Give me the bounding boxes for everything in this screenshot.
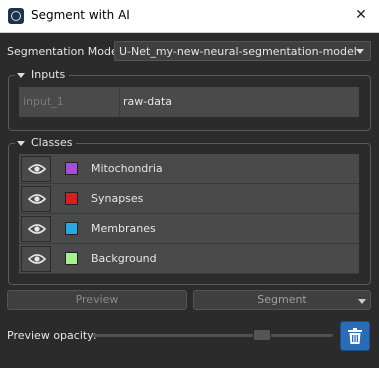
- input-row: input_1 raw-data: [19, 87, 359, 117]
- window-titlebar: Segment with AI ✕: [0, 0, 379, 33]
- slider-handle[interactable]: [253, 329, 271, 341]
- class-color-swatch[interactable]: [65, 162, 78, 175]
- input-value[interactable]: raw-data: [123, 87, 172, 117]
- classes-group-title: Classes: [31, 136, 73, 149]
- class-label: Synapses: [91, 192, 144, 205]
- class-label: Background: [91, 252, 157, 265]
- visibility-toggle-button[interactable]: [21, 216, 51, 242]
- collapse-triangle-icon: [17, 72, 25, 78]
- app-logo-icon: [8, 8, 24, 24]
- class-row-mitochondria: Mitochondria: [19, 154, 359, 184]
- preview-opacity-label: Preview opacity:: [7, 329, 97, 342]
- input-name: input_1: [23, 95, 64, 108]
- inputs-group-title: Inputs: [31, 68, 66, 81]
- close-button[interactable]: ✕: [351, 5, 371, 25]
- inputs-group-header[interactable]: Inputs: [15, 68, 70, 82]
- eye-icon: [28, 224, 46, 234]
- class-color-swatch[interactable]: [65, 252, 78, 265]
- delete-button[interactable]: [340, 321, 370, 351]
- class-label: Mitochondria: [91, 162, 163, 175]
- segment-button-label: Segment: [257, 293, 307, 306]
- window-title: Segment with AI: [31, 8, 130, 22]
- visibility-toggle-button[interactable]: [21, 156, 51, 182]
- segmentation-model-value: U-Net_my-new-neural-segmentation-model: [119, 45, 357, 58]
- class-color-swatch[interactable]: [65, 192, 78, 205]
- segmentation-model-label: Segmentation Model:: [7, 45, 125, 58]
- collapse-triangle-icon: [17, 140, 25, 146]
- segment-button[interactable]: Segment: [193, 290, 371, 310]
- segmentation-model-select[interactable]: U-Net_my-new-neural-segmentation-model: [114, 41, 371, 61]
- dialog-body: Segmentation Model: U-Net_my-new-neural-…: [0, 33, 379, 368]
- classes-group: Classes Mitochondria Synapses Membranes …: [8, 136, 371, 285]
- class-row-membranes: Membranes: [19, 214, 359, 244]
- eye-icon: [28, 194, 46, 204]
- class-row-synapses: Synapses: [19, 184, 359, 214]
- class-row-background: Background: [19, 244, 359, 274]
- class-color-swatch[interactable]: [65, 222, 78, 235]
- visibility-toggle-button[interactable]: [21, 186, 51, 212]
- eye-icon: [28, 164, 46, 174]
- eye-icon: [28, 254, 46, 264]
- preview-opacity-slider[interactable]: [93, 329, 333, 341]
- input-divider: [119, 87, 120, 117]
- preview-button[interactable]: Preview: [7, 290, 187, 310]
- inputs-group: Inputs input_1 raw-data: [8, 68, 371, 131]
- class-label: Membranes: [91, 222, 156, 235]
- chevron-down-icon[interactable]: [358, 299, 366, 304]
- chevron-down-icon: [356, 49, 364, 54]
- visibility-toggle-button[interactable]: [21, 246, 51, 272]
- classes-group-header[interactable]: Classes: [15, 136, 77, 150]
- trash-icon: [348, 328, 362, 344]
